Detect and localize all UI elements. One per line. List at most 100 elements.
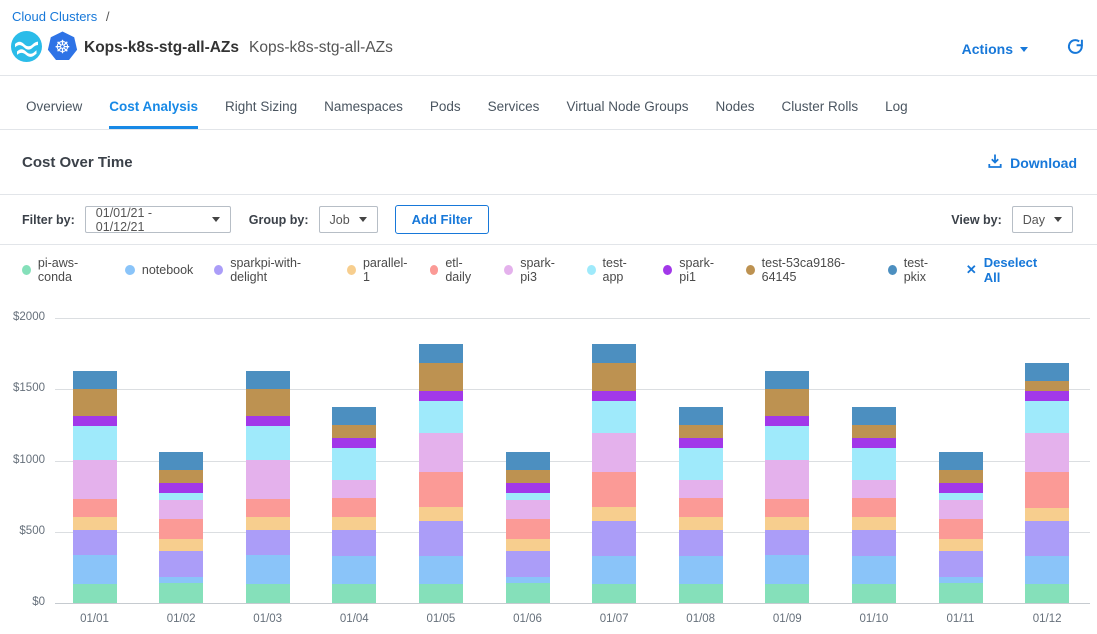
bar-segment-test-pkix[interactable] [939, 452, 983, 470]
bar-segment-parallel-1[interactable] [1025, 508, 1069, 521]
bar-segment-spark-pi3[interactable] [852, 480, 896, 498]
bar-segment-spark-pi1[interactable] [679, 438, 723, 448]
bar-segment-spark-pi3[interactable] [1025, 433, 1069, 471]
bar-segment-spark-pi1[interactable] [159, 483, 203, 493]
legend-item-test-pkix[interactable]: test-pkix [888, 256, 945, 284]
bar-segment-test-app[interactable] [506, 493, 550, 500]
bar-segment-notebook[interactable] [679, 556, 723, 585]
bar-segment-spark-pi1[interactable] [332, 438, 376, 448]
legend-item-pi-aws-conda[interactable]: pi-aws-conda [22, 256, 104, 284]
date-range-select[interactable]: 01/01/21 - 01/12/21 [85, 206, 231, 233]
legend-item-test-53ca9186-64145[interactable]: test-53ca9186-64145 [746, 256, 867, 284]
bar-segment-parallel-1[interactable] [332, 517, 376, 530]
bar-segment-test-app[interactable] [246, 426, 290, 459]
bar-segment-parallel-1[interactable] [419, 507, 463, 521]
bar-segment-test-app[interactable] [73, 426, 117, 459]
bar-segment-test-53ca9186-64145[interactable] [939, 470, 983, 483]
bar-segment-spark-pi3[interactable] [419, 433, 463, 471]
bar-segment-sparkpi-with-delight[interactable] [1025, 521, 1069, 556]
bar-segment-test-app[interactable] [332, 448, 376, 481]
tab-overview[interactable]: Overview [26, 99, 82, 129]
bar-segment-etl-daily[interactable] [765, 499, 809, 517]
bar-segment-test-53ca9186-64145[interactable] [159, 470, 203, 483]
bar-segment-spark-pi3[interactable] [159, 500, 203, 519]
bar-segment-etl-daily[interactable] [332, 498, 376, 517]
bar-segment-test-53ca9186-64145[interactable] [1025, 381, 1069, 390]
bar-segment-spark-pi3[interactable] [765, 460, 809, 499]
view-by-select[interactable]: Day [1012, 206, 1073, 233]
legend-item-sparkpi-with-delight[interactable]: sparkpi-with-delight [214, 256, 326, 284]
bar-segment-test-pkix[interactable] [1025, 363, 1069, 382]
bar-segment-sparkpi-with-delight[interactable] [159, 551, 203, 577]
actions-button[interactable]: Actions [962, 41, 1028, 57]
bar-segment-spark-pi1[interactable] [1025, 391, 1069, 402]
group-by-select[interactable]: Job [319, 206, 378, 233]
bar-segment-sparkpi-with-delight[interactable] [73, 530, 117, 556]
bar-segment-parallel-1[interactable] [159, 539, 203, 551]
bar-segment-notebook[interactable] [332, 556, 376, 585]
bar-segment-etl-daily[interactable] [852, 498, 896, 517]
bar-segment-notebook[interactable] [1025, 556, 1069, 584]
bar-segment-test-53ca9186-64145[interactable] [332, 425, 376, 438]
bar-segment-test-pkix[interactable] [246, 371, 290, 390]
bar-segment-spark-pi1[interactable] [246, 416, 290, 426]
bar-segment-test-app[interactable] [852, 448, 896, 481]
bar-segment-sparkpi-with-delight[interactable] [679, 530, 723, 556]
bar-segment-test-53ca9186-64145[interactable] [419, 363, 463, 391]
legend-item-parallel-1[interactable]: parallel-1 [347, 256, 408, 284]
bar-segment-test-app[interactable] [419, 401, 463, 434]
bar-segment-sparkpi-with-delight[interactable] [765, 530, 809, 556]
bar-segment-test-pkix[interactable] [419, 344, 463, 363]
bar-segment-spark-pi3[interactable] [679, 480, 723, 498]
bar-segment-test-53ca9186-64145[interactable] [506, 470, 550, 483]
bar-segment-notebook[interactable] [852, 556, 896, 585]
bar-segment-test-pkix[interactable] [852, 407, 896, 425]
legend-item-etl-daily[interactable]: etl-daily [430, 256, 484, 284]
bar-segment-spark-pi3[interactable] [73, 460, 117, 499]
breadcrumb-link-cloud-clusters[interactable]: Cloud Clusters [12, 9, 97, 24]
bar-segment-parallel-1[interactable] [939, 539, 983, 551]
bar-segment-etl-daily[interactable] [1025, 472, 1069, 508]
bar-segment-test-53ca9186-64145[interactable] [592, 363, 636, 391]
bar-segment-test-app[interactable] [1025, 401, 1069, 433]
bar-segment-test-app[interactable] [765, 426, 809, 459]
bar-segment-test-pkix[interactable] [765, 371, 809, 390]
bar-segment-pi-aws-conda[interactable] [246, 584, 290, 603]
bar-segment-test-53ca9186-64145[interactable] [73, 389, 117, 416]
bar-segment-pi-aws-conda[interactable] [852, 584, 896, 603]
bar-segment-spark-pi1[interactable] [73, 416, 117, 426]
tab-services[interactable]: Services [488, 99, 540, 129]
bar-segment-spark-pi1[interactable] [506, 483, 550, 493]
bar-segment-test-app[interactable] [159, 493, 203, 500]
bar-segment-etl-daily[interactable] [419, 472, 463, 507]
bar-segment-test-53ca9186-64145[interactable] [679, 425, 723, 438]
bar-segment-test-53ca9186-64145[interactable] [852, 425, 896, 438]
bar-segment-test-app[interactable] [592, 401, 636, 434]
bar-segment-sparkpi-with-delight[interactable] [419, 521, 463, 556]
bar-segment-etl-daily[interactable] [159, 519, 203, 539]
add-filter-button[interactable]: Add Filter [395, 205, 490, 234]
bar-segment-etl-daily[interactable] [246, 499, 290, 517]
bar-segment-sparkpi-with-delight[interactable] [852, 530, 896, 556]
tab-virtual-node-groups[interactable]: Virtual Node Groups [566, 99, 688, 129]
bar-segment-spark-pi3[interactable] [246, 460, 290, 499]
bar-segment-notebook[interactable] [506, 577, 550, 583]
bar-segment-parallel-1[interactable] [852, 517, 896, 530]
bar-segment-sparkpi-with-delight[interactable] [246, 530, 290, 556]
bar-segment-notebook[interactable] [419, 556, 463, 585]
bar-segment-notebook[interactable] [765, 555, 809, 584]
bar-segment-pi-aws-conda[interactable] [73, 584, 117, 603]
bar-segment-sparkpi-with-delight[interactable] [506, 551, 550, 577]
bar-segment-notebook[interactable] [73, 555, 117, 584]
tab-nodes[interactable]: Nodes [716, 99, 755, 129]
bar-segment-test-pkix[interactable] [679, 407, 723, 425]
deselect-all-button[interactable]: ✕ Deselect All [966, 255, 1050, 285]
bar-segment-spark-pi1[interactable] [592, 391, 636, 401]
bar-segment-test-pkix[interactable] [73, 371, 117, 390]
bar-segment-parallel-1[interactable] [679, 517, 723, 530]
download-button[interactable]: Download [987, 153, 1077, 172]
bar-segment-test-53ca9186-64145[interactable] [765, 389, 809, 416]
bar-segment-notebook[interactable] [246, 555, 290, 584]
bar-segment-pi-aws-conda[interactable] [332, 584, 376, 603]
bar-segment-spark-pi1[interactable] [939, 483, 983, 493]
